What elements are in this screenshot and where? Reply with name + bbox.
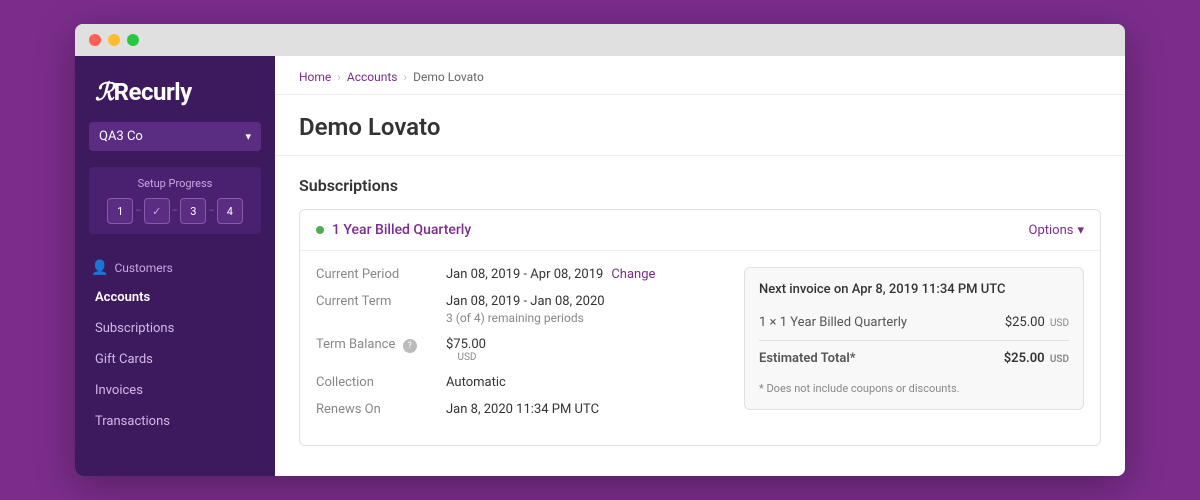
app-logo: ℛRecurly [75, 56, 275, 122]
page-title: Demo Lovato [299, 113, 1101, 141]
renews-on-label: Renews On [316, 402, 446, 417]
chevron-down-icon: ▾ [1077, 223, 1084, 238]
sidebar-item-gift-cards[interactable]: Gift Cards [75, 344, 275, 375]
collection-label: Collection [316, 375, 446, 390]
close-button[interactable] [89, 34, 101, 46]
account-selector-label: QA3 Co [99, 129, 143, 144]
subscription-status-dot [316, 226, 324, 234]
sidebar-item-invoices[interactable]: Invoices [75, 375, 275, 406]
term-balance-value: $75.00 USD [446, 337, 486, 363]
breadcrumb-sep-1: › [337, 70, 341, 84]
help-icon[interactable]: ? [403, 339, 417, 353]
progress-step-3[interactable]: 3 [180, 198, 206, 224]
sidebar-item-accounts[interactable]: Accounts [75, 282, 275, 313]
content-area: Subscriptions 1 Year Billed Quarterly Op… [275, 156, 1125, 476]
invoice-line-label: 1 × 1 Year Billed Quarterly [759, 315, 907, 330]
term-balance-label: Term Balance ? [316, 337, 446, 363]
current-term-sub: 3 (of 4) remaining periods [446, 311, 584, 325]
invoice-total-line: Estimated Total* $25.00 USD [759, 340, 1069, 372]
current-term-label: Current Term [316, 294, 446, 325]
main-content: Home › Accounts › Demo Lovato Demo Lovat… [275, 56, 1125, 476]
minimize-button[interactable] [108, 34, 120, 46]
nav-customers-section: 👤 Customers [75, 250, 275, 282]
progress-step-4[interactable]: 4 [217, 198, 243, 224]
breadcrumb-current: Demo Lovato [413, 70, 484, 84]
account-selector[interactable]: QA3 Co ▾ [89, 122, 261, 151]
browser-titlebar [75, 24, 1125, 56]
progress-dash-1: – [133, 206, 144, 217]
browser-window: ℛRecurly QA3 Co ▾ Setup Progress 1 – ✓ –… [75, 24, 1125, 476]
subscription-header: 1 Year Billed Quarterly Options ▾ [300, 210, 1100, 251]
customers-icon: 👤 [91, 260, 108, 276]
nav-customers-label: Customers [114, 261, 172, 275]
invoice-box: Next invoice on Apr 8, 2019 11:34 PM UTC… [744, 267, 1084, 429]
current-term-row: Current Term Jan 08, 2019 - Jan 08, 2020… [316, 294, 724, 325]
progress-step-2[interactable]: ✓ [144, 198, 170, 224]
invoice-total-amount: $25.00 USD [1004, 351, 1069, 366]
current-period-value: Jan 08, 2019 - Apr 08, 2019 Change [446, 267, 655, 282]
subscription-card: 1 Year Billed Quarterly Options ▾ Curr [299, 209, 1101, 446]
subscription-options-button[interactable]: Options ▾ [1029, 223, 1085, 238]
collection-value: Automatic [446, 375, 506, 390]
change-period-link[interactable]: Change [611, 267, 655, 282]
invoice-line-item: 1 × 1 Year Billed Quarterly $25.00 USD [759, 309, 1069, 336]
maximize-button[interactable] [127, 34, 139, 46]
invoice-line-amount: $25.00 USD [1005, 315, 1069, 330]
current-period-label: Current Period [316, 267, 446, 282]
breadcrumb-sep-2: › [404, 70, 408, 84]
current-term-value: Jan 08, 2019 - Jan 08, 2020 3 (of 4) rem… [446, 294, 605, 325]
current-period-row: Current Period Jan 08, 2019 - Apr 08, 20… [316, 267, 724, 282]
subscription-details: Current Period Jan 08, 2019 - Apr 08, 20… [316, 267, 724, 429]
progress-dash-2: – [170, 206, 181, 217]
collection-row: Collection Automatic [316, 375, 724, 390]
progress-steps: 1 – ✓ – 3 – 4 [101, 198, 249, 224]
sidebar-item-subscriptions[interactable]: Subscriptions [75, 313, 275, 344]
sidebar-item-transactions[interactable]: Transactions [75, 406, 275, 437]
setup-progress: Setup Progress 1 – ✓ – 3 – 4 [89, 167, 261, 234]
renews-on-row: Renews On Jan 8, 2020 11:34 PM UTC [316, 402, 724, 417]
setup-progress-label: Setup Progress [101, 177, 249, 190]
breadcrumb-accounts[interactable]: Accounts [347, 70, 398, 84]
invoice-footnote: * Does not include coupons or discounts. [759, 382, 1069, 395]
renews-on-value: Jan 8, 2020 11:34 PM UTC [446, 402, 599, 417]
subscription-body: Current Period Jan 08, 2019 - Apr 08, 20… [300, 251, 1100, 445]
subscription-name: 1 Year Billed Quarterly [316, 222, 471, 238]
chevron-down-icon: ▾ [245, 130, 251, 143]
progress-dash-3: – [206, 206, 217, 217]
page-header: Demo Lovato [275, 95, 1125, 156]
subscriptions-section-title: Subscriptions [299, 176, 1101, 195]
invoice-card: Next invoice on Apr 8, 2019 11:34 PM UTC… [744, 267, 1084, 410]
sidebar: ℛRecurly QA3 Co ▾ Setup Progress 1 – ✓ –… [75, 56, 275, 476]
progress-step-1[interactable]: 1 [107, 198, 133, 224]
invoice-title: Next invoice on Apr 8, 2019 11:34 PM UTC [759, 282, 1069, 297]
invoice-total-label: Estimated Total* [759, 351, 856, 366]
breadcrumb: Home › Accounts › Demo Lovato [275, 56, 1125, 95]
browser-body: ℛRecurly QA3 Co ▾ Setup Progress 1 – ✓ –… [75, 56, 1125, 476]
term-balance-row: Term Balance ? $75.00 USD [316, 337, 724, 363]
breadcrumb-home[interactable]: Home [299, 70, 331, 84]
